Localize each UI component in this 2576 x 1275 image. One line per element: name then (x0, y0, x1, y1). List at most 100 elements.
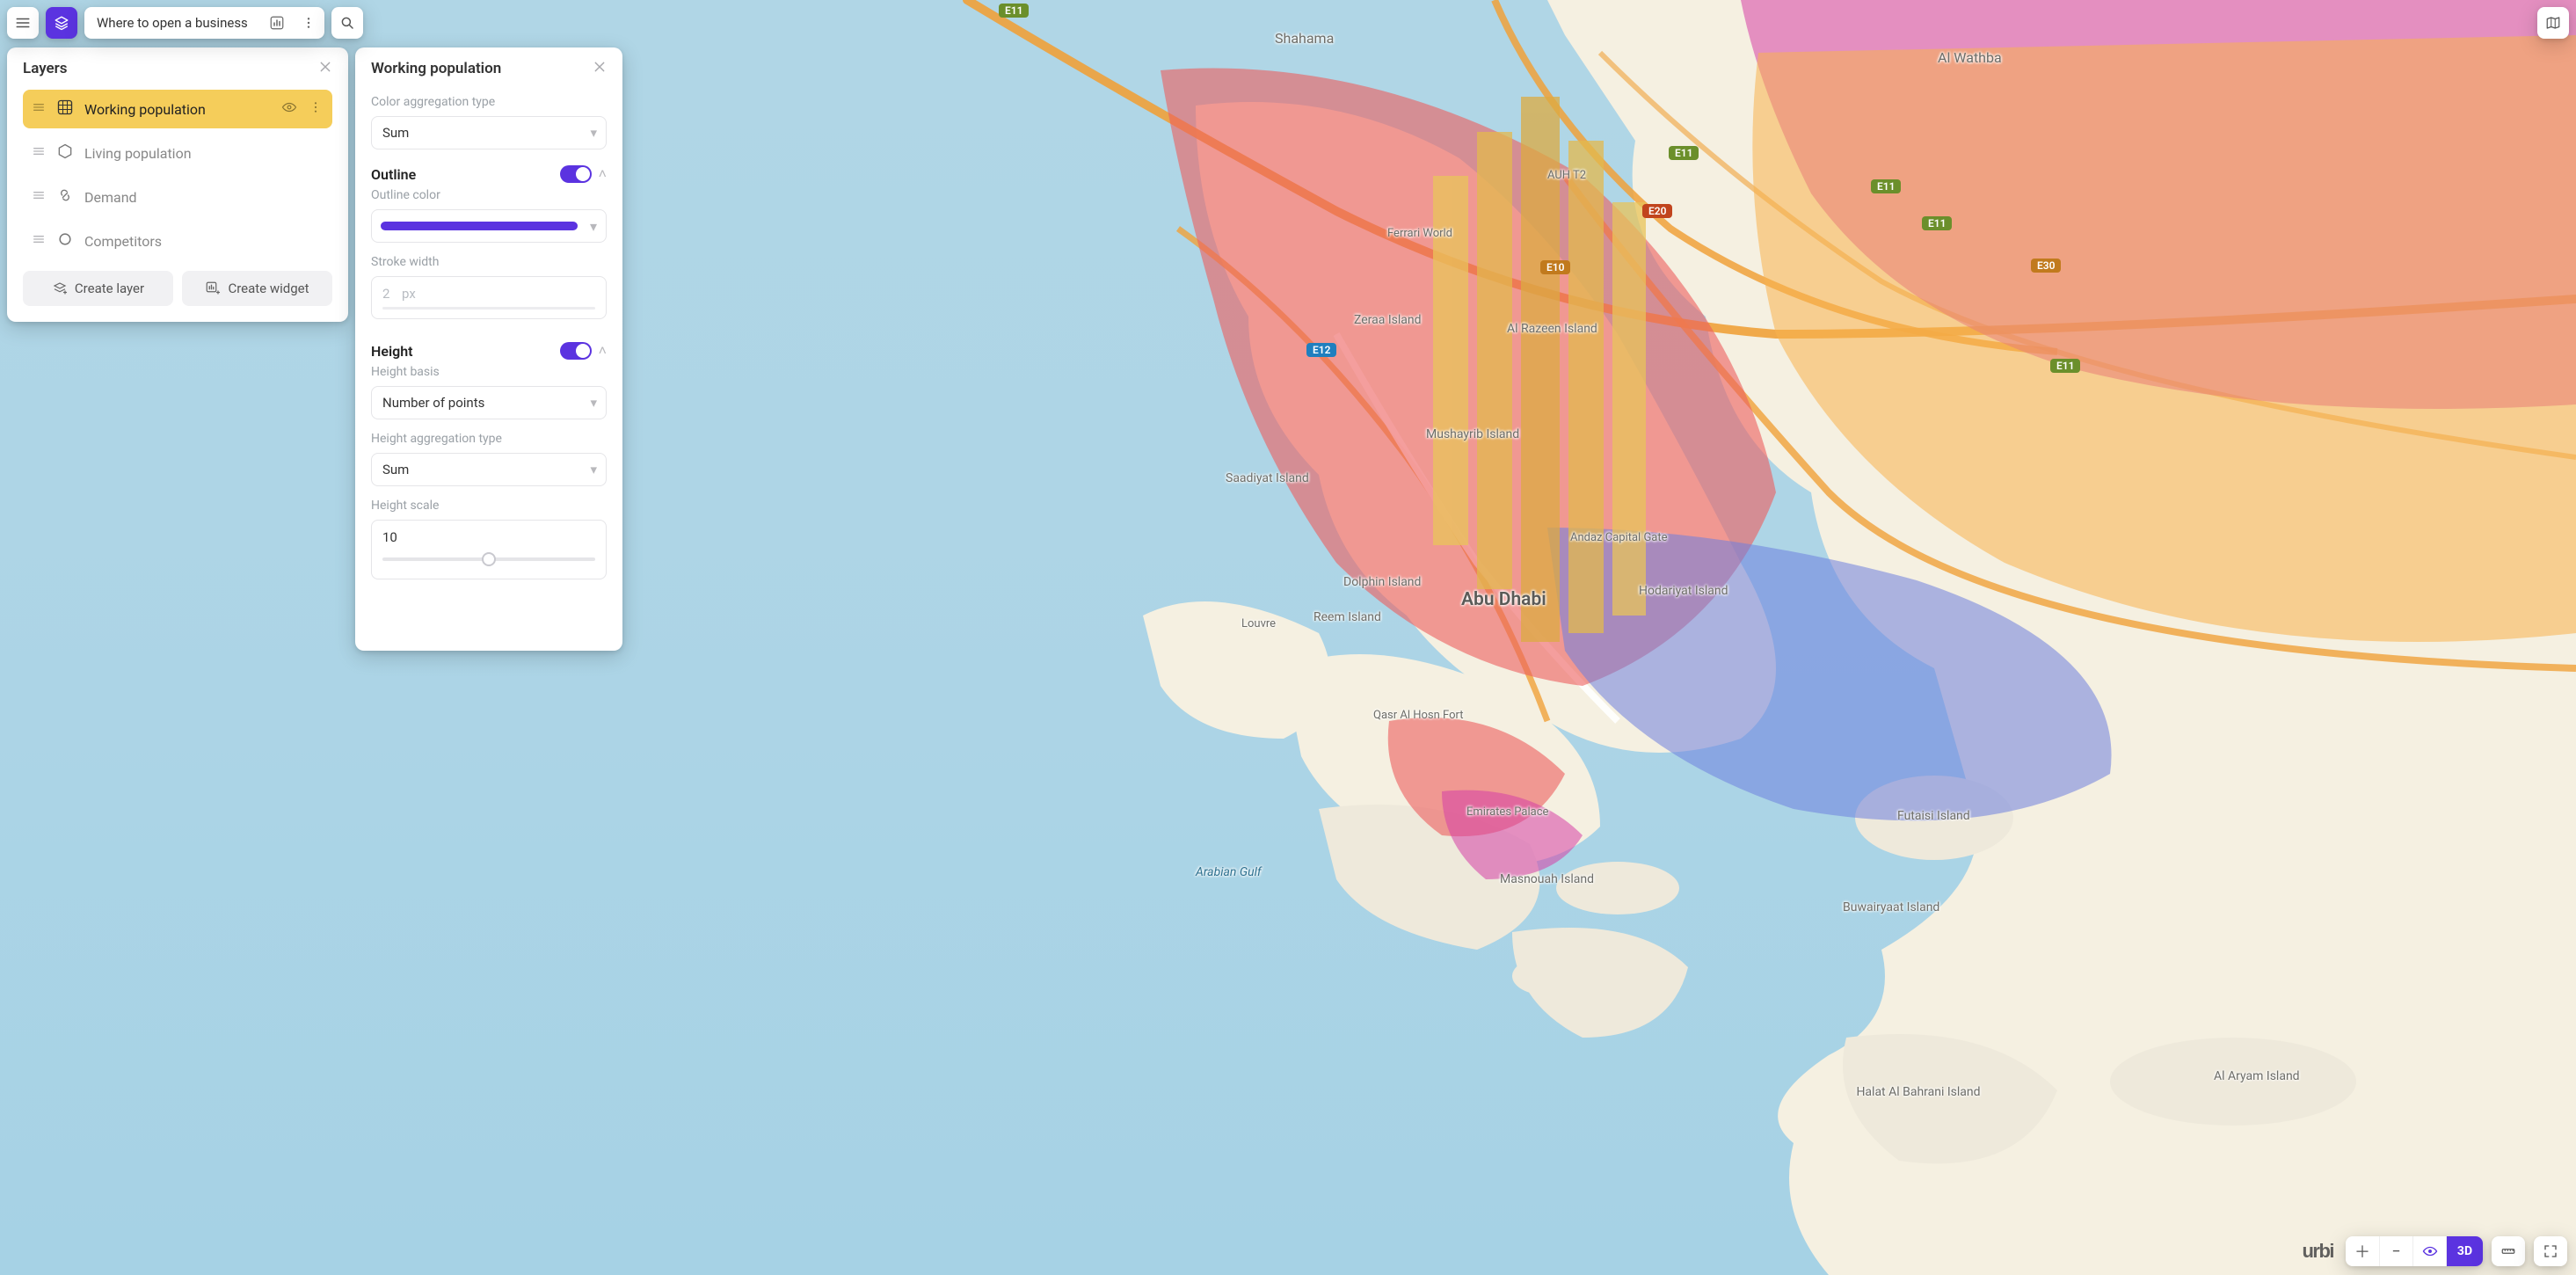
island-mushayrib: Mushayrib Island (1426, 427, 1519, 441)
height-toggle[interactable] (560, 342, 592, 360)
create-layer-label: Create layer (75, 280, 144, 296)
drag-handle-icon[interactable] (32, 144, 46, 162)
topbar-right (2537, 7, 2569, 39)
layer-item-competitors[interactable]: Competitors (23, 222, 332, 260)
project-title-group: Where to open a business (84, 7, 324, 39)
collapse-height-button[interactable]: ˄ (599, 342, 607, 360)
widget-plus-icon (205, 280, 221, 296)
height-scale-slider[interactable] (382, 552, 595, 566)
hamburger-icon (15, 15, 31, 31)
layer-more-button[interactable] (308, 100, 324, 118)
3d-label: 3D (2457, 1244, 2472, 1258)
district-shahama: Shahama (1275, 30, 1334, 47)
chevron-down-icon: ▾ (590, 395, 597, 411)
layer-item-label: Competitors (84, 233, 324, 250)
ruler-button[interactable] (2492, 1236, 2525, 1266)
chart-button[interactable] (261, 7, 293, 39)
color-agg-type-label: Color aggregation type (371, 95, 607, 109)
height-agg-label: Height aggregation type (371, 432, 607, 446)
fullscreen-button[interactable] (2534, 1236, 2567, 1266)
layers-panel: Layers Working population Living populat… (7, 47, 348, 322)
road-pill-e11-c: E11 (1871, 179, 1901, 193)
stroke-width-input[interactable]: 2 px (371, 276, 607, 319)
road-pill-e11-e: E11 (2050, 359, 2080, 373)
island-dolphin: Dolphin Island (1343, 575, 1421, 589)
outline-color-picker[interactable]: ▾ (371, 209, 607, 243)
city-label: Abu Dhabi (1461, 589, 1546, 610)
menu-button[interactable] (7, 7, 39, 39)
height-scale-label: Height scale (371, 499, 607, 513)
more-button[interactable] (293, 7, 324, 39)
layer-item-demand[interactable]: Demand (23, 178, 332, 216)
zoom-in-button[interactable]: ＋ (2346, 1236, 2379, 1266)
height-basis-select[interactable]: Number of points ▾ (371, 386, 607, 419)
close-icon (593, 60, 607, 74)
bar-chart-icon (269, 15, 285, 31)
island-saadiyat: Saadiyat Island (1226, 471, 1309, 485)
height-agg-select[interactable]: Sum ▾ (371, 453, 607, 486)
stroke-width-track[interactable] (382, 307, 595, 310)
road-pill-e11-b: E11 (1669, 146, 1699, 160)
outline-color-label: Outline color (371, 188, 607, 202)
layer-item-label: Demand (84, 189, 324, 206)
minus-icon: − (2391, 1242, 2400, 1261)
poi-ferrari: Ferrari World (1387, 227, 1452, 240)
visibility-toggle[interactable] (281, 99, 297, 119)
island-zeraa: Zeraa Island (1354, 313, 1422, 327)
create-widget-label: Create widget (228, 280, 309, 296)
island-reem: Reem Island (1313, 610, 1381, 624)
eye-icon (2422, 1243, 2438, 1259)
district-wathba: Al Wathba (1938, 49, 2002, 66)
create-layer-button[interactable]: Create layer (23, 271, 173, 306)
brand-logo: urbi (2302, 1240, 2333, 1263)
layer-item-label: Living population (84, 145, 324, 162)
stroke-width-value: 2 (382, 286, 395, 302)
map-icon (2545, 15, 2561, 31)
ruler-icon (2500, 1243, 2516, 1259)
search-icon (339, 15, 355, 31)
layers-plus-icon (52, 280, 68, 296)
search-button[interactable] (331, 7, 363, 39)
height-basis-label: Height basis (371, 365, 607, 379)
layers-button[interactable] (46, 7, 77, 39)
poi-auh: AUH T2 (1547, 169, 1586, 182)
water-label: Arabian Gulf (1196, 865, 1262, 879)
layer-item-living-population[interactable]: Living population (23, 134, 332, 172)
chevron-down-icon: ▾ (590, 462, 597, 477)
close-settings-button[interactable] (593, 60, 607, 77)
3d-toggle-button[interactable]: 3D (2446, 1236, 2483, 1266)
collapse-outline-button[interactable]: ˄ (599, 165, 607, 183)
island-hodariyat: Hodariyat Island (1639, 584, 1728, 598)
create-widget-button[interactable]: Create widget (182, 271, 332, 306)
map-controls: urbi ＋ − 3D (2302, 1236, 2567, 1266)
layer-item-working-population[interactable]: Working population (23, 90, 332, 128)
fullscreen-icon (2543, 1243, 2558, 1259)
chevron-down-icon: ▾ (590, 218, 597, 235)
road-pill-e30: E30 (2031, 259, 2061, 273)
zoom-out-button[interactable]: − (2379, 1236, 2412, 1266)
poi-louvre: Louvre (1241, 617, 1276, 630)
island-aryam: Al Aryam Island (2214, 1069, 2300, 1083)
outline-toggle[interactable] (560, 165, 592, 183)
map-style-button[interactable] (2537, 7, 2569, 39)
road-pill-e10: E10 (1540, 260, 1570, 274)
height-section-title: Height (371, 343, 413, 360)
height-scale-input[interactable]: 10 (371, 520, 607, 579)
settings-panel-title: Working population (371, 60, 501, 77)
circle-icon (56, 230, 74, 251)
close-icon (318, 60, 332, 74)
drag-handle-icon[interactable] (32, 232, 46, 250)
road-pill-e11-a: E11 (999, 4, 1029, 18)
tilt-button[interactable] (2412, 1236, 2446, 1266)
height-basis-value: Number of points (382, 395, 484, 411)
layers-panel-title: Layers (23, 60, 68, 77)
stroke-width-label: Stroke width (371, 255, 607, 269)
slider-thumb[interactable] (482, 552, 496, 566)
color-agg-select[interactable]: Sum ▾ (371, 116, 607, 149)
vertical-dots-icon (302, 16, 316, 30)
road-pill-e20: E20 (1642, 204, 1672, 218)
drag-handle-icon[interactable] (32, 100, 46, 118)
close-layers-button[interactable] (318, 60, 332, 77)
drag-handle-icon[interactable] (32, 188, 46, 206)
road-pill-e11-d: E11 (1922, 216, 1952, 230)
